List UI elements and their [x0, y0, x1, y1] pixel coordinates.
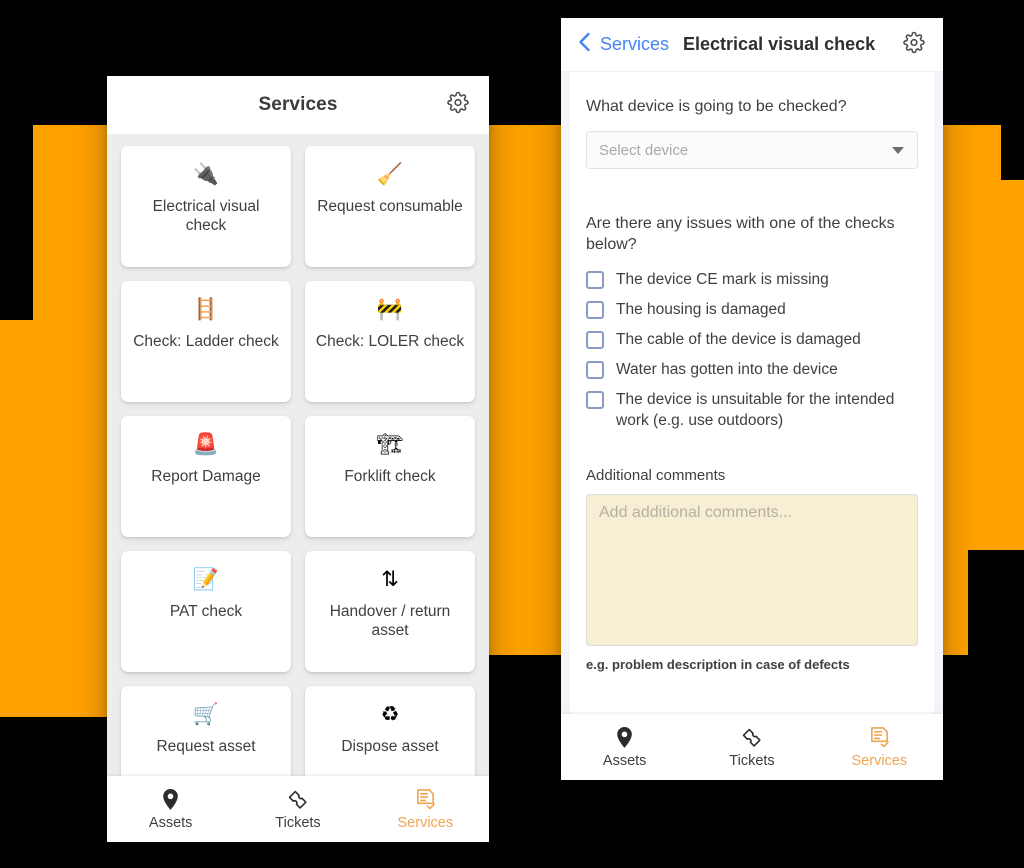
- shopping-cart-icon: 🛒: [192, 703, 220, 726]
- checkbox-icon[interactable]: [586, 331, 604, 349]
- ticket-icon: [740, 726, 763, 749]
- services-grid: 🔌 Electrical visual check 🧹 Request consuma…: [121, 146, 475, 842]
- cleaning-supplies-icon: 🧹: [376, 163, 404, 186]
- device-select-placeholder: Select device: [599, 141, 689, 159]
- service-card-label: Dispose asset: [341, 738, 439, 755]
- services-grid-area: 🔌 Electrical visual check 🧹 Request consuma…: [107, 134, 489, 842]
- ticket-icon: [286, 788, 309, 811]
- clipboard-check-icon: 📝: [192, 568, 220, 591]
- service-card-label: Request asset: [156, 738, 256, 755]
- service-card[interactable]: 🚧 Check: LOLER check: [305, 281, 475, 402]
- service-card-label: Check: Ladder check: [133, 333, 279, 350]
- comments-textarea[interactable]: Add additional comments...: [586, 494, 918, 646]
- issues-question-label: Are there any issues with one of the che…: [586, 215, 895, 253]
- service-card-label: PAT check: [169, 603, 243, 620]
- comments-placeholder: Add additional comments...: [599, 504, 792, 521]
- issues-checkbox-list: The device CE mark is missing The housing…: [586, 269, 918, 431]
- comments-label: Additional comments: [586, 467, 726, 484]
- left-phone-screen: Services 🔌 Electrical visual check 🧹 Reques…: [107, 76, 489, 842]
- checkbox-row[interactable]: Water has gotten into the device: [586, 359, 918, 380]
- nav-item-assets[interactable]: Assets: [107, 788, 234, 831]
- checkbox-row[interactable]: The housing is damaged: [586, 299, 918, 320]
- service-card[interactable]: ⇅ Handover / return asset: [305, 551, 475, 672]
- nav-item-assets[interactable]: Assets: [561, 726, 688, 769]
- service-card-label: Forklift check: [344, 468, 436, 485]
- service-card-label: Report Damage: [151, 468, 261, 485]
- gear-icon[interactable]: [903, 31, 925, 58]
- chevron-down-icon: [892, 146, 904, 154]
- checkbox-icon[interactable]: [586, 391, 604, 409]
- checkbox-icon[interactable]: [586, 361, 604, 379]
- electric-plug-icon: 🔌: [192, 163, 220, 186]
- service-card[interactable]: 🪜 Check: Ladder check: [121, 281, 291, 402]
- screenshot-canvas: Services 🔌 Electrical visual check 🧹 Reques…: [0, 0, 1024, 868]
- nav-item-label: Services: [397, 814, 454, 831]
- page-title: Electrical visual check: [683, 34, 876, 54]
- nav-item-tickets[interactable]: Tickets: [688, 726, 815, 769]
- bottom-navigation: Assets Tickets Services: [561, 714, 943, 780]
- checkbox-row[interactable]: The device is unsuitable for the intende…: [586, 389, 918, 431]
- service-card-label: Handover / return asset: [329, 603, 451, 639]
- ladder-icon: 🪜: [192, 298, 220, 321]
- alarm-light-icon: 🚨: [192, 433, 220, 456]
- up-down-arrows-icon: ⇅: [381, 568, 399, 591]
- back-button[interactable]: Services: [577, 31, 669, 58]
- form-content: What device is going to be checked? Sele…: [561, 72, 943, 714]
- nav-item-label: Tickets: [729, 752, 775, 769]
- service-card-label: Electrical visual check: [152, 198, 260, 234]
- nav-item-label: Tickets: [275, 814, 321, 831]
- comments-hint: e.g. problem description in case of defe…: [586, 657, 850, 672]
- checkbox-icon[interactable]: [586, 271, 604, 289]
- bottom-navigation: Assets Tickets Services: [107, 776, 489, 842]
- checkbox-label: The cable of the device is damaged: [616, 331, 861, 348]
- forklift-icon: 🏗: [376, 433, 404, 456]
- checkbox-row[interactable]: The cable of the device is damaged: [586, 329, 918, 350]
- chevron-left-icon: [577, 31, 592, 58]
- right-phone-screen: Services Electrical visual check What de…: [561, 18, 943, 780]
- location-pin-icon: [160, 788, 181, 811]
- checkbox-label: The housing is damaged: [616, 301, 786, 318]
- back-label: Services: [600, 34, 670, 54]
- service-card[interactable]: 🧹 Request consumable: [305, 146, 475, 267]
- nav-item-tickets[interactable]: Tickets: [234, 788, 361, 831]
- service-card-label: Request consumable: [317, 198, 463, 215]
- service-card[interactable]: 🔌 Electrical visual check: [121, 146, 291, 267]
- checkbox-label: The device is unsuitable for the intende…: [616, 391, 895, 429]
- service-card[interactable]: 📝 PAT check: [121, 551, 291, 672]
- checkbox-row[interactable]: The device CE mark is missing: [586, 269, 918, 290]
- checkbox-label: The device CE mark is missing: [616, 271, 829, 288]
- location-pin-icon: [614, 726, 635, 749]
- services-doc-icon: [869, 726, 890, 749]
- service-card[interactable]: 🏗 Forklift check: [305, 416, 475, 537]
- checkbox-icon[interactable]: [586, 301, 604, 319]
- device-question-label: What device is going to be checked?: [586, 98, 847, 115]
- service-card-label: Check: LOLER check: [315, 333, 465, 350]
- page-title: Services: [258, 94, 338, 115]
- device-select[interactable]: Select device: [586, 131, 918, 169]
- nav-item-services[interactable]: Services: [816, 726, 943, 769]
- nav-item-label: Assets: [148, 814, 193, 831]
- service-card[interactable]: 🚨 Report Damage: [121, 416, 291, 537]
- excavator-icon: 🚧: [376, 298, 404, 321]
- recycle-icon: ♻: [380, 703, 400, 726]
- left-header: Services: [107, 76, 489, 134]
- nav-item-label: Assets: [602, 752, 647, 769]
- checkbox-label: Water has gotten into the device: [616, 361, 838, 378]
- right-header: Services Electrical visual check: [561, 18, 943, 72]
- gear-icon[interactable]: [447, 91, 469, 119]
- nav-item-services[interactable]: Services: [362, 788, 489, 831]
- nav-item-label: Services: [851, 752, 908, 769]
- services-doc-icon: [415, 788, 436, 811]
